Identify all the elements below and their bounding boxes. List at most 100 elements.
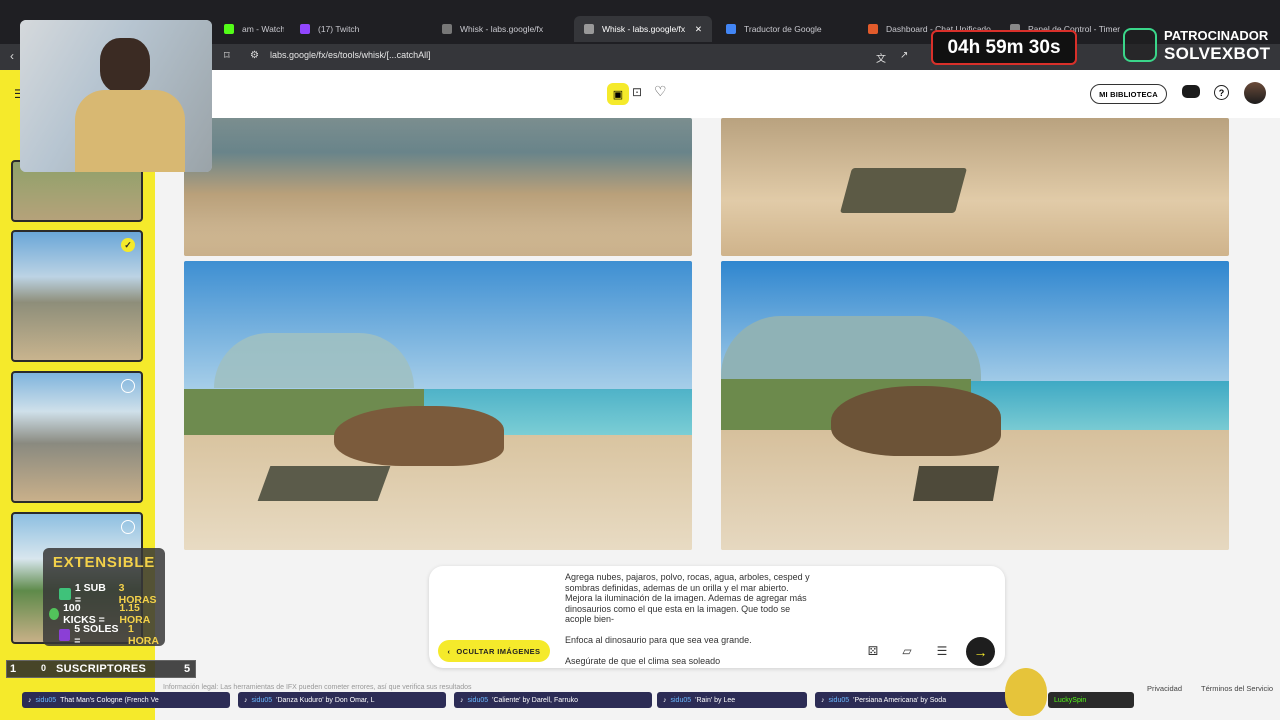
app-header: ▣ ⊡ ♡ MI BIBLIOTECA ? <box>155 70 1280 118</box>
extensible-row: 5 SOLES = 1 HORA <box>59 623 165 647</box>
browser-tab[interactable]: Whisk - labs.google/fx <box>432 16 567 42</box>
ticker-item: ♪ sidu05 'Danza Kuduro' by Don Omar, L <box>238 692 446 708</box>
music-icon: ♪ <box>244 696 248 704</box>
image-dinosaur-shape <box>831 386 1001 456</box>
random-dice-icon[interactable]: ⚄ <box>865 643 881 659</box>
arrow-right-icon: → <box>973 643 988 660</box>
music-icon: ♪ <box>663 696 667 704</box>
ticker-user: LuckySpin <box>1054 696 1087 704</box>
streamer-body-shape <box>75 90 185 172</box>
privacy-link[interactable]: Privacidad <box>1147 684 1182 693</box>
generated-image[interactable] <box>184 118 692 256</box>
select-circle-icon[interactable] <box>121 379 135 393</box>
ticker-user: sidu05 <box>467 696 489 704</box>
subs-label: SUSCRIPTORES <box>56 663 147 675</box>
translate-page-icon[interactable]: 文 <box>876 50 886 65</box>
generated-image[interactable] <box>721 118 1229 256</box>
image-dinosaur-shape <box>334 406 504 466</box>
bookmark-icon[interactable]: ⌑ <box>224 49 230 62</box>
ticker-text: That Man's Cologne (French Ve <box>60 696 159 704</box>
hide-images-label: OCULTAR IMÁGENES <box>456 646 541 656</box>
ticker-item: ♪ sidu05 'Caliente' by Darell, Farruko <box>454 692 652 708</box>
sponsor-name: SOLVEXBOT <box>1164 44 1271 63</box>
prompt-line: dinosaurios como el que esta en la image… <box>565 603 791 614</box>
generated-image[interactable] <box>721 261 1229 550</box>
extensible-title: EXTENSIBLE <box>52 554 156 571</box>
tab-label: am - Watch Live on <box>242 24 284 34</box>
selected-check-icon[interactable]: ✓ <box>121 238 135 252</box>
library-button[interactable]: MI BIBLIOTECA <box>1090 84 1167 104</box>
avatar[interactable] <box>1244 82 1266 104</box>
select-circle-icon[interactable] <box>121 520 135 534</box>
close-icon[interactable]: ✕ <box>695 24 702 35</box>
ticker-item: ♪ sidu05 That Man's Cologne (French Ve <box>22 692 230 708</box>
browser-tab-active[interactable]: Whisk - labs.google/fx ✕ <box>574 16 712 42</box>
extensible-panel: EXTENSIBLE 1 SUB = 3 HORAS 100 KICKS = 1… <box>43 548 165 647</box>
ticker-text: 'Danza Kuduro' by Don Omar, L <box>276 696 375 704</box>
ticker-text: 'Rain' by Lee <box>695 696 736 704</box>
back-icon[interactable]: ‹ <box>10 49 14 63</box>
image-dome-shape <box>214 333 414 388</box>
history-thumbnail[interactable] <box>11 371 143 503</box>
robot-logo-icon <box>1123 28 1157 62</box>
legal-notice: Información legal: Las herramientas de I… <box>163 684 472 691</box>
browser-tab[interactable]: (17) Twitch <box>290 16 420 42</box>
video-mode-icon[interactable]: ⊡ <box>632 85 642 99</box>
send-button[interactable]: → <box>966 637 995 666</box>
tab-label: Whisk - labs.google/fx <box>460 24 544 34</box>
browser-tab[interactable]: am - Watch Live on <box>214 16 284 42</box>
ticker-item: LuckySpin <box>1048 692 1134 708</box>
prompt-line: Agrega nubes, pajaros, polvo, rocas, agu… <box>565 572 810 582</box>
streamer-head-shape <box>100 38 150 93</box>
settings-sliders-icon[interactable]: ☰ <box>934 643 950 659</box>
subs-goal: 5 <box>184 663 191 675</box>
music-icon: ♪ <box>460 696 464 704</box>
prompt-textarea[interactable]: Agrega nubes, pajaros, polvo, rocas, agu… <box>565 572 837 667</box>
terms-link[interactable]: Términos del Servicio <box>1201 684 1273 693</box>
history-thumbnail[interactable]: ✓ <box>11 230 143 362</box>
yape-icon <box>59 629 71 641</box>
help-icon[interactable]: ? <box>1214 85 1229 100</box>
prompt-blank-line <box>565 625 837 636</box>
hide-images-button[interactable]: ‹ OCULTAR IMÁGENES <box>438 640 550 662</box>
whisk-icon <box>442 24 452 34</box>
ticker-user: sidu05 <box>828 696 850 704</box>
share-icon[interactable]: ↗ <box>900 50 908 61</box>
image-platform-shape <box>912 466 1000 501</box>
translate-icon <box>726 24 736 34</box>
tab-label: Whisk - labs.google/fx <box>602 24 686 34</box>
webcam-overlay <box>20 20 212 172</box>
music-icon: ♪ <box>821 696 825 704</box>
twitch-icon <box>300 24 310 34</box>
site-info-icon[interactable]: ⚙ <box>250 50 259 61</box>
tab-label: (17) Twitch <box>318 24 360 34</box>
prompt-line: Enfoca al dinosaurio para que sea vea gr… <box>565 635 752 645</box>
browser-tab[interactable]: Traductor de Google <box>716 16 851 42</box>
url-field[interactable]: labs.google/fx/es/tools/whisk/[...catchA… <box>270 50 431 60</box>
image-mode-icon[interactable]: ▣ <box>607 83 629 105</box>
ticker-item: ♪ sidu05 'Persiana Americana' by Soda <box>815 692 1015 708</box>
prompt-line: Asegúrate de que el clima sea soleado <box>565 656 721 666</box>
aspect-ratio-icon[interactable]: ▱ <box>899 643 915 659</box>
ticker-user: sidu05 <box>251 696 273 704</box>
gift-icon <box>59 588 71 600</box>
favorites-heart-icon[interactable]: ♡ <box>654 83 667 100</box>
dashboard-icon <box>868 24 878 34</box>
image-platform-shape <box>839 168 968 213</box>
ext-row-value: 1 HORA <box>127 623 159 647</box>
kicks-icon <box>49 608 60 620</box>
music-icon: ♪ <box>28 696 32 704</box>
subscribers-bar: 1 0 SUSCRIPTORES 5 <box>6 660 196 678</box>
kick-icon <box>224 24 234 34</box>
tab-label: Traductor de Google <box>744 24 822 34</box>
ticker-item: ♪ sidu05 'Rain' by Lee <box>657 692 807 708</box>
image-sand-region <box>184 216 692 256</box>
ticker-text: 'Caliente' by Darell, Farruko <box>492 696 579 704</box>
mascot-character-icon <box>1005 668 1047 716</box>
subs-current: 1 <box>10 663 17 675</box>
discord-icon[interactable] <box>1182 85 1200 98</box>
chevron-left-icon: ‹ <box>447 646 451 656</box>
image-platform-shape <box>257 466 391 501</box>
ticker-user: sidu05 <box>670 696 692 704</box>
generated-image[interactable] <box>184 261 692 550</box>
